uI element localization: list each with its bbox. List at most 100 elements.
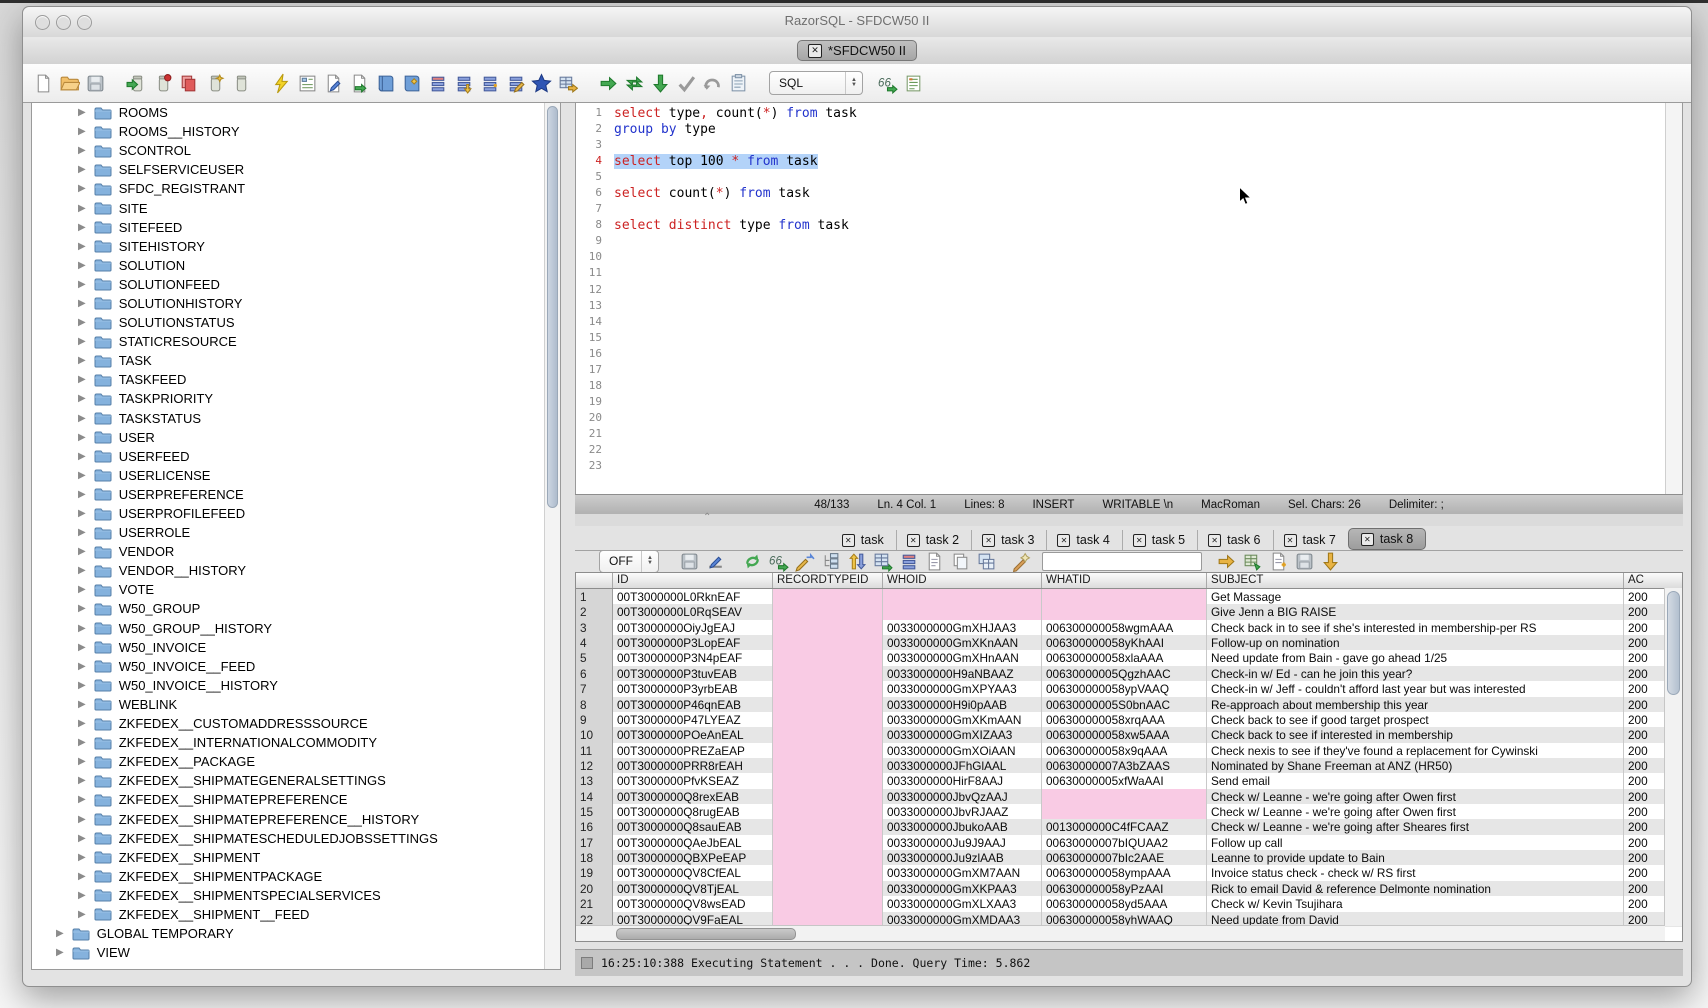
code-line[interactable] — [614, 379, 1662, 395]
table-cell[interactable]: 00T3000000L0RqSEAV — [613, 604, 773, 619]
tree-item-zkfedex-shipmategeneralsettings[interactable]: ▶ZKFEDEX__SHIPMATEGENERALSETTINGS — [32, 771, 560, 790]
table-cell[interactable] — [773, 743, 883, 758]
table-row[interactable]: 1700T3000000QAeJbEAL0033000000Ju9J9AAJ00… — [576, 835, 1682, 850]
sort-updown-icon[interactable] — [846, 551, 867, 572]
code-line[interactable] — [614, 138, 1662, 154]
table-cell[interactable]: Check back to see if interested in membe… — [1207, 727, 1624, 742]
table-cell[interactable] — [883, 604, 1042, 619]
code-line[interactable] — [614, 170, 1662, 186]
code-line[interactable] — [614, 283, 1662, 299]
expand-triangle-icon[interactable]: ▶ — [78, 355, 86, 366]
expand-triangle-icon[interactable]: ▶ — [78, 833, 86, 844]
table-cell[interactable]: 11 — [576, 743, 613, 758]
stepper-icon[interactable]: ▲▼ — [845, 72, 862, 94]
expand-triangle-icon[interactable]: ▶ — [78, 680, 86, 691]
edit-page-icon[interactable] — [323, 73, 344, 94]
expand-triangle-icon[interactable]: ▶ — [78, 756, 86, 767]
result-tab-task[interactable]: ✕task — [832, 530, 896, 550]
table-cell[interactable]: Check back in to see if she's interested… — [1207, 620, 1624, 635]
code-line[interactable] — [614, 299, 1662, 315]
table-row[interactable]: 400T3000000P3LopEAF0033000000GmXKnAAN006… — [576, 635, 1682, 650]
code-line[interactable] — [614, 459, 1662, 475]
table-cell[interactable]: 00630000005QgzhAAC — [1042, 666, 1207, 681]
expand-triangle-icon[interactable]: ▶ — [78, 642, 86, 653]
tree-item-zkfedex-shipmatepreference-history[interactable]: ▶ZKFEDEX__SHIPMATEPREFERENCE__HISTORY — [32, 809, 560, 828]
column-header-SUBJECT[interactable]: SUBJECT — [1207, 573, 1624, 588]
expand-triangle-icon[interactable]: ▶ — [56, 928, 64, 939]
expand-triangle-icon[interactable]: ▶ — [78, 145, 86, 156]
tree-item-zkfedex-shipmentpackage[interactable]: ▶ZKFEDEX__SHIPMENTPACKAGE — [32, 867, 560, 886]
expand-triangle-icon[interactable]: ▶ — [78, 260, 86, 271]
tree-scrollbar-thumb[interactable] — [547, 106, 558, 508]
expand-triangle-icon[interactable]: ▶ — [78, 432, 86, 443]
table-cell[interactable] — [773, 589, 883, 604]
download-yellow-icon[interactable] — [1320, 551, 1341, 572]
tree-item-rooms-history[interactable]: ▶ROOMS__HISTORY — [32, 122, 560, 141]
close-tab-icon[interactable]: ✕ — [982, 534, 995, 547]
tree-item-userfeed[interactable]: ▶USERFEED — [32, 447, 560, 466]
table-cell[interactable]: 006300000058yKhAAI — [1042, 635, 1207, 650]
table-cell[interactable]: 18 — [576, 850, 613, 865]
table-cell[interactable]: 20 — [576, 881, 613, 896]
table-cell[interactable]: 17 — [576, 835, 613, 850]
table-cell[interactable]: 00T3000000PfvKSEAZ — [613, 773, 773, 788]
code-line[interactable] — [614, 202, 1662, 218]
table-cell[interactable] — [773, 758, 883, 773]
tree-item-w50-invoice[interactable]: ▶W50_INVOICE — [32, 638, 560, 657]
table-cell[interactable]: Follow up call — [1207, 835, 1624, 850]
expand-triangle-icon[interactable]: ▶ — [78, 737, 86, 748]
table-cell[interactable] — [773, 650, 883, 665]
table-cell[interactable]: 3 — [576, 620, 613, 635]
column-header-WHOID[interactable]: WHOID — [883, 573, 1042, 588]
save-disk-icon[interactable] — [1294, 551, 1315, 572]
collapse-icon[interactable]: ⌃ — [703, 512, 711, 523]
flag-jar-icon[interactable] — [152, 73, 173, 94]
table-cell[interactable]: 00T3000000P3N4pEAF — [613, 650, 773, 665]
tree-item-zkfedex-shipmentspecialservices[interactable]: ▶ZKFEDEX__SHIPMENTSPECIALSERVICES — [32, 886, 560, 905]
table-refresh-icon[interactable] — [872, 551, 893, 572]
tree-item-userrole[interactable]: ▶USERROLE — [32, 523, 560, 542]
table-cell[interactable]: Check back to see if good target prospec… — [1207, 712, 1624, 727]
table-row[interactable]: 900T3000000P47LYEAZ0033000000GmXKmAAN006… — [576, 712, 1682, 727]
table-row[interactable]: 100T3000000L0RknEAFGet Massage200 — [576, 589, 1682, 604]
table-cell[interactable]: 0033000000GmXM7AAN — [883, 865, 1042, 880]
table-row[interactable]: 300T3000000OiyJgEAJ0033000000GmXHJAA3006… — [576, 620, 1682, 635]
table-cell[interactable]: 00T3000000Q8rugEAB — [613, 804, 773, 819]
close-tab-icon[interactable]: ✕ — [1208, 534, 1221, 547]
table-cell[interactable]: Get Massage — [1207, 589, 1624, 604]
table-cell[interactable]: Nominated by Shane Freeman at ANZ (HR50) — [1207, 758, 1624, 773]
table-cell[interactable]: 006300000058x9qAAA — [1042, 743, 1207, 758]
table-cell[interactable]: 00630000007bIQUAA2 — [1042, 835, 1207, 850]
table-cell[interactable]: Rick to email David & reference Delmonte… — [1207, 881, 1624, 896]
table-row[interactable]: 800T3000000P46qnEAB0033000000H9i0pAAB006… — [576, 697, 1682, 712]
tree-item-taskpriority[interactable]: ▶TASKPRIORITY — [32, 389, 560, 408]
code-line[interactable] — [614, 427, 1662, 443]
table-row[interactable]: 1400T3000000Q8rexEAB0033000000JbvQzAAJCh… — [576, 789, 1682, 804]
table-cell[interactable]: 006300000058xlaAAA — [1042, 650, 1207, 665]
tree-item-solutionfeed[interactable]: ▶SOLUTIONFEED — [32, 275, 560, 294]
code-line[interactable]: select distinct type from task — [614, 218, 1662, 234]
table-cell[interactable] — [773, 635, 883, 650]
sync-arrows-icon[interactable] — [624, 73, 645, 94]
tree-item-userlicense[interactable]: ▶USERLICENSE — [32, 466, 560, 485]
table-cell[interactable]: 15 — [576, 804, 613, 819]
column-bars-icon[interactable] — [427, 73, 448, 94]
sql-code[interactable]: select type, count(*) from taskgroup by … — [614, 106, 1662, 475]
column-header-rownum[interactable] — [576, 573, 613, 588]
table-cell[interactable] — [773, 865, 883, 880]
table-cell[interactable]: 00T3000000Q8sauEAB — [613, 819, 773, 834]
table-cell[interactable] — [1042, 589, 1207, 604]
result-tab-task-2[interactable]: ✕task 2 — [896, 530, 971, 550]
expand-triangle-icon[interactable]: ▶ — [78, 661, 86, 672]
expand-triangle-icon[interactable]: ▶ — [78, 241, 86, 252]
result-tab-task-3[interactable]: ✕task 3 — [971, 530, 1046, 550]
table-cell[interactable] — [1042, 804, 1207, 819]
rollback-undo-icon[interactable] — [702, 73, 723, 94]
view-glasses-icon[interactable]: 66 — [768, 551, 789, 572]
result-tab-task-5[interactable]: ✕task 5 — [1122, 530, 1197, 550]
tree-item-userpreference[interactable]: ▶USERPREFERENCE — [32, 485, 560, 504]
table-cell[interactable]: 0033000000GmXLXAA3 — [883, 896, 1042, 911]
code-line[interactable] — [614, 234, 1662, 250]
expand-triangle-icon[interactable]: ▶ — [78, 623, 86, 634]
table-cell[interactable]: Check-in w/ Ed - can he join this year? — [1207, 666, 1624, 681]
